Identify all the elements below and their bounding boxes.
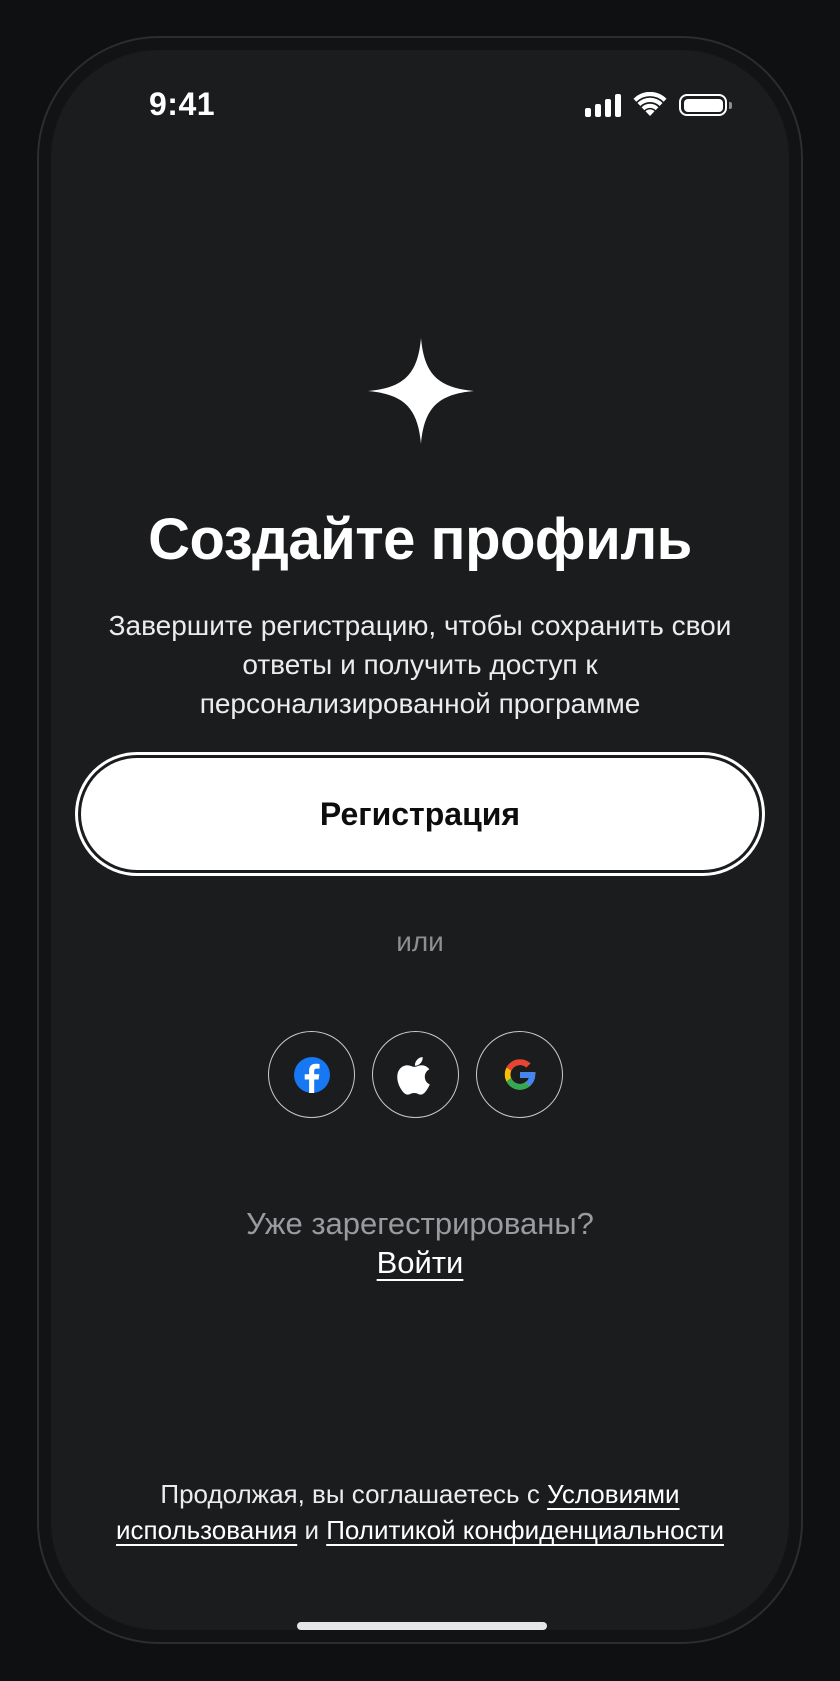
- status-time: 9:41: [149, 86, 216, 122]
- page-title: Создайте профиль: [148, 507, 692, 572]
- subtitle-line: ответы и получить доступ к: [242, 649, 598, 680]
- subtitle-line: Завершите регистрацию, чтобы сохранить с…: [108, 610, 732, 641]
- apple-login-button[interactable]: [372, 1031, 459, 1118]
- battery-icon: [679, 94, 732, 116]
- login-link-container: Войти: [51, 1245, 789, 1281]
- facebook-icon: [293, 1056, 330, 1093]
- sparkle-icon: [368, 338, 474, 444]
- google-login-button[interactable]: [476, 1031, 563, 1118]
- social-login-row: [268, 1031, 563, 1118]
- login-link[interactable]: Войти: [377, 1245, 464, 1280]
- legal-notice: Продолжая, вы соглашаетесь с Условиями и…: [91, 1476, 749, 1548]
- apple-icon: [396, 1056, 430, 1095]
- status-icons: [585, 92, 732, 118]
- page-subtitle: Завершите регистрацию, чтобы сохранить с…: [91, 606, 749, 723]
- register-button[interactable]: Регистрация: [81, 758, 759, 870]
- legal-prefix: Продолжая, вы соглашаетесь с: [160, 1479, 548, 1509]
- legal-middle: и: [297, 1515, 327, 1545]
- home-indicator: [297, 1622, 547, 1630]
- signal-icon: [585, 93, 621, 117]
- privacy-link[interactable]: Политикой конфиденциальности: [326, 1515, 724, 1545]
- phone-screen: 9:41 Создайте профиль Завершите регистра…: [51, 50, 789, 1630]
- wifi-icon: [633, 92, 667, 116]
- subtitle-line: персонализированной программе: [199, 688, 641, 719]
- already-registered-text: Уже зарегестрированы?: [246, 1206, 594, 1241]
- or-divider-text: или: [396, 926, 444, 957]
- google-icon: [504, 1058, 536, 1090]
- facebook-login-button[interactable]: [268, 1031, 355, 1118]
